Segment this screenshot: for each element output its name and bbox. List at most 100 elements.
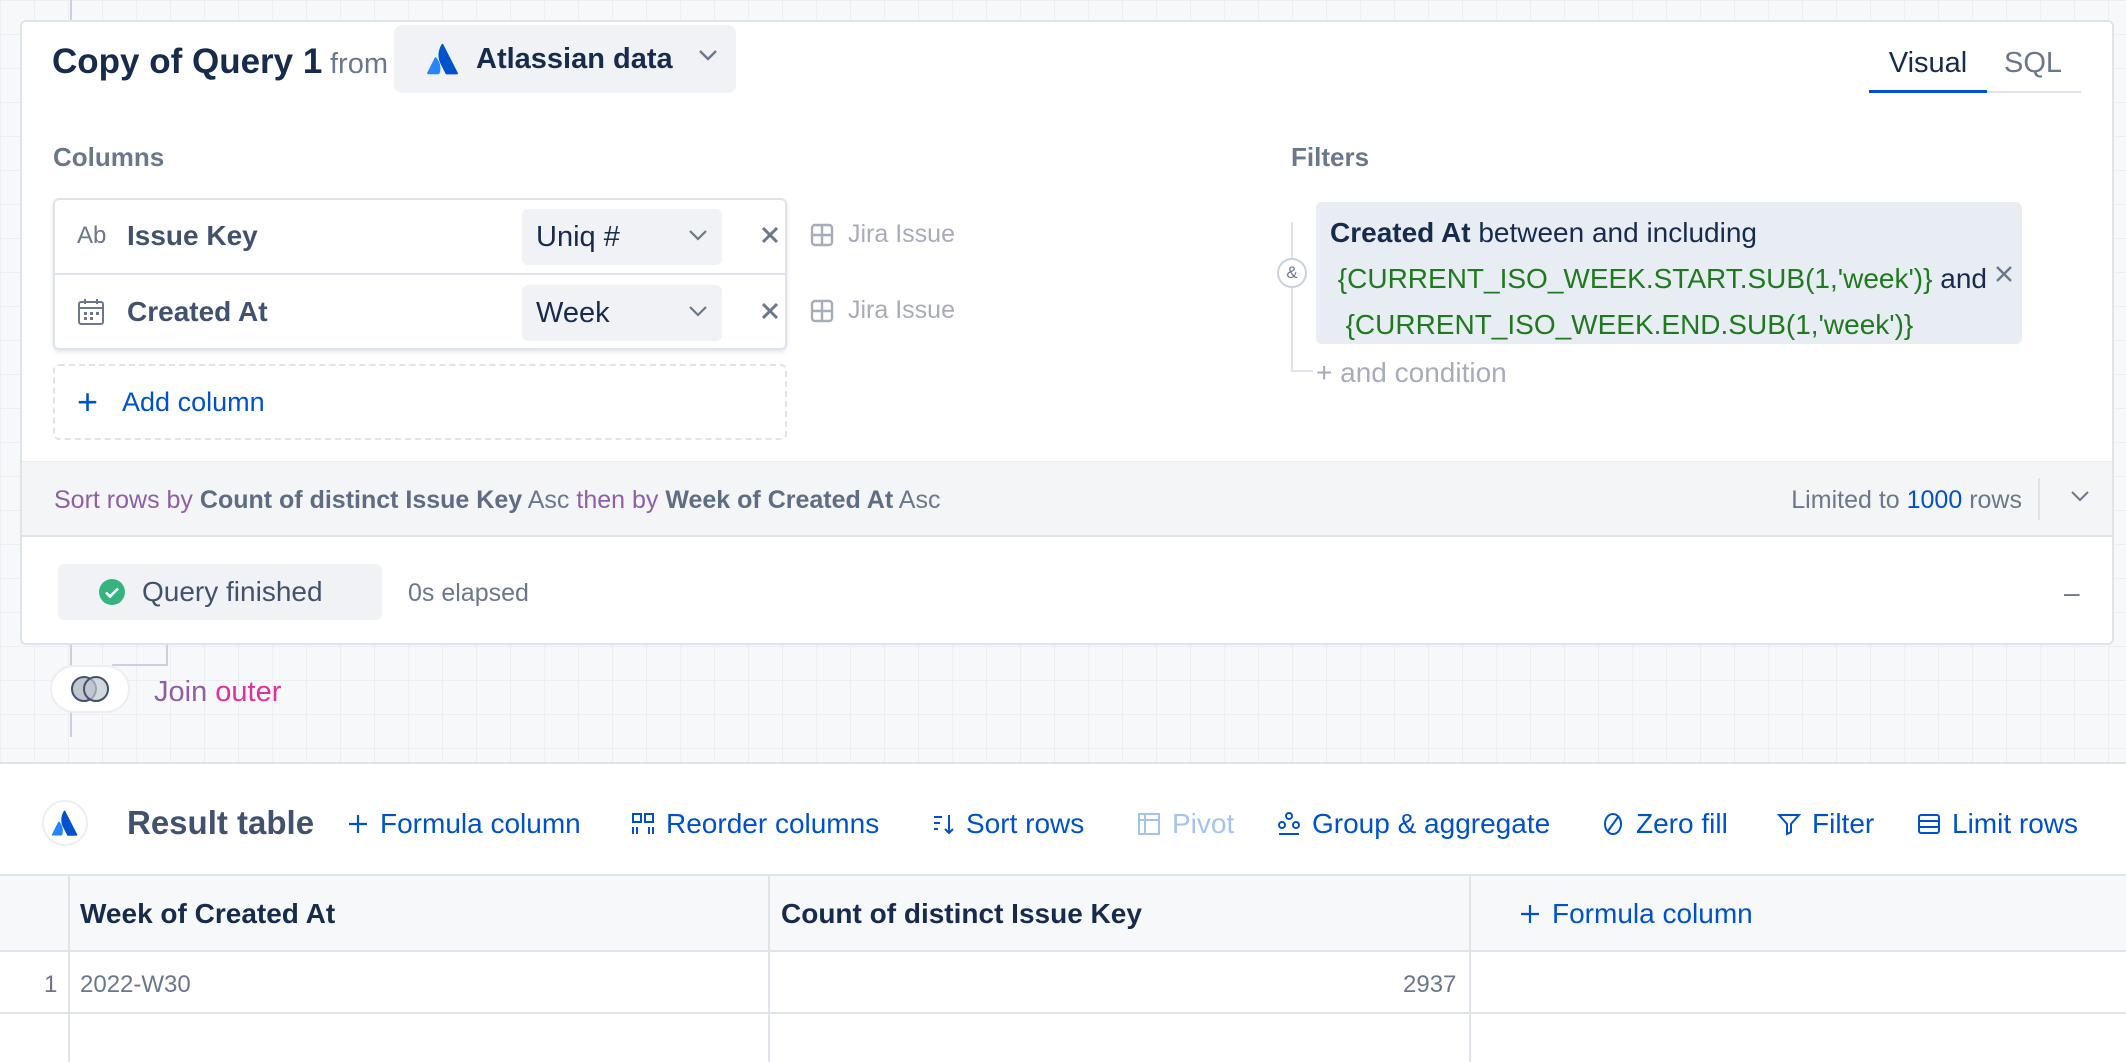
filter-button[interactable]: Filter <box>1776 808 1874 840</box>
columns-list: Ab Issue Key Uniq # Created At Week <box>53 198 787 350</box>
mode-tabs: Visual SQL <box>1869 37 2081 93</box>
limit-suffix: rows <box>1969 486 2022 514</box>
group-aggregate-label: Group & aggregate <box>1312 808 1551 839</box>
filter-joiner: and <box>1940 263 1987 294</box>
pivot-button[interactable]: Pivot <box>1136 808 1234 840</box>
column-header[interactable]: Week of Created At <box>80 898 335 930</box>
sort-prefix: Sort rows by <box>54 486 193 514</box>
text-type-icon: Ab <box>77 222 107 249</box>
tab-sql[interactable]: SQL <box>1987 37 2079 93</box>
chevron-down-icon <box>689 230 707 241</box>
canvas-connector-branch <box>112 664 168 666</box>
column-name: Created At <box>127 296 268 327</box>
result-grid: Week of Created At Count of distinct Iss… <box>0 874 2126 1062</box>
aggregation-value: Week <box>536 297 610 329</box>
limit-rows-button[interactable]: Limit rows <box>1916 808 2078 840</box>
table-cell[interactable]: 2022-W30 <box>80 971 191 999</box>
zero-fill-icon <box>1604 813 1622 835</box>
query-card: Copy of Query 1 from Atlassian data Visu… <box>20 20 2114 645</box>
filter-connector-h <box>1291 370 1313 372</box>
aggregation-value: Uniq # <box>536 221 620 253</box>
result-toolbar: Result table Formula column Reorder colu… <box>0 764 2126 874</box>
chevron-down-icon <box>699 50 717 61</box>
column-source-label: Jira Issue <box>848 220 955 248</box>
group-icon <box>1278 812 1300 835</box>
reorder-columns-button[interactable]: Reorder columns <box>630 808 879 840</box>
add-column-button[interactable]: + Add column <box>53 364 787 440</box>
group-aggregate-button[interactable]: Group & aggregate <box>1276 808 1550 840</box>
atlassian-logo-icon <box>51 810 78 836</box>
sort-rows-label: Sort rows <box>966 808 1085 839</box>
collapse-button[interactable]: – <box>2064 577 2080 609</box>
reorder-columns-label: Reorder columns <box>666 808 880 839</box>
column-name: Issue Key <box>127 220 258 251</box>
sort-first-column: Count of distinct Issue Key <box>199 486 523 514</box>
aggregation-select[interactable]: Uniq # <box>522 209 722 265</box>
add-and-condition-button[interactable]: + and condition <box>1316 357 1507 389</box>
remove-column-icon[interactable] <box>755 296 785 326</box>
zero-fill-button[interactable]: Zero fill <box>1600 808 1728 840</box>
plus-icon <box>1521 905 1539 923</box>
aggregation-select[interactable]: Week <box>522 285 722 341</box>
pivot-icon <box>1138 813 1160 835</box>
divider <box>2038 478 2040 520</box>
plus-icon: + <box>77 381 99 422</box>
filter-label: Filter <box>1812 808 1875 839</box>
chevron-down-icon <box>689 306 707 317</box>
limit-rows-icon <box>1918 814 1940 834</box>
table-icon <box>810 223 834 246</box>
sort-bar[interactable]: Sort rows by Count of distinct Issue Key… <box>22 461 2112 537</box>
remove-column-icon[interactable] <box>755 220 785 250</box>
venn-join-icon <box>71 676 109 702</box>
column-source-tag: Jira Issue <box>810 220 955 249</box>
data-source-select[interactable]: Atlassian data <box>394 25 736 93</box>
filter-operator: between and including <box>1478 217 1757 248</box>
elapsed-time: 0s elapsed <box>408 579 529 607</box>
from-label: from <box>330 48 388 80</box>
check-circle-icon <box>99 579 125 605</box>
table-cell[interactable]: 2937 <box>1403 971 1456 999</box>
column-row[interactable]: Created At Week <box>55 276 785 351</box>
result-logo <box>42 800 88 846</box>
filter-condition[interactable]: Created At between and including {CURREN… <box>1316 202 2022 344</box>
filter-start-expression: {CURRENT_ISO_WEEK.START.SUB(1,'week')} <box>1337 263 1933 294</box>
join-type: outer <box>215 676 282 708</box>
divider <box>768 876 770 1062</box>
sort-rows-button[interactable]: Sort rows <box>930 808 1084 840</box>
canvas-connector-top <box>70 0 72 20</box>
sort-second-direction: Asc <box>898 486 941 514</box>
column-header[interactable]: Count of distinct Issue Key <box>781 898 1142 930</box>
combinator-toggle[interactable]: & <box>1277 258 1307 288</box>
plus-icon <box>349 815 367 833</box>
join-node[interactable] <box>50 665 130 713</box>
row-divider <box>0 1012 2126 1014</box>
row-limit[interactable]: Limited to 1000 rows <box>1791 486 2022 515</box>
limit-value: 1000 <box>1906 486 1963 514</box>
filter-field: Created At <box>1330 217 1471 248</box>
formula-column-button[interactable]: Formula column <box>346 808 581 840</box>
query-title[interactable]: Copy of Query 1 <box>52 42 322 82</box>
limit-rows-label: Limit rows <box>1952 808 2079 839</box>
formula-column-label: Formula column <box>380 808 581 839</box>
filter-icon <box>1776 814 1802 836</box>
sort-first-direction: Asc <box>527 486 570 514</box>
query-status-label: Query finished <box>142 576 323 607</box>
filter-connector <box>1291 222 1293 372</box>
divider <box>1469 876 1471 1062</box>
pivot-label: Pivot <box>1172 808 1235 839</box>
column-row[interactable]: Ab Issue Key Uniq # <box>55 200 785 275</box>
column-source-label: Jira Issue <box>848 296 955 324</box>
atlassian-logo-icon <box>427 43 458 75</box>
tab-visual[interactable]: Visual <box>1869 37 1987 93</box>
sort-summary: Sort rows by Count of distinct Issue Key… <box>54 486 940 515</box>
chevron-down-icon[interactable] <box>2070 490 2090 502</box>
join-text: Join <box>154 676 208 708</box>
add-column-label: Add column <box>122 386 265 417</box>
limit-prefix: Limited to <box>1791 486 1900 514</box>
join-label[interactable]: Join outer <box>154 676 281 709</box>
columns-heading: Columns <box>53 142 165 172</box>
remove-filter-icon[interactable] <box>1992 262 2016 286</box>
add-formula-label: Formula column <box>1552 898 1753 929</box>
filter-end-expression: {CURRENT_ISO_WEEK.END.SUB(1,'week')} <box>1345 309 1914 340</box>
add-formula-column-header[interactable]: Formula column <box>1518 898 1753 930</box>
